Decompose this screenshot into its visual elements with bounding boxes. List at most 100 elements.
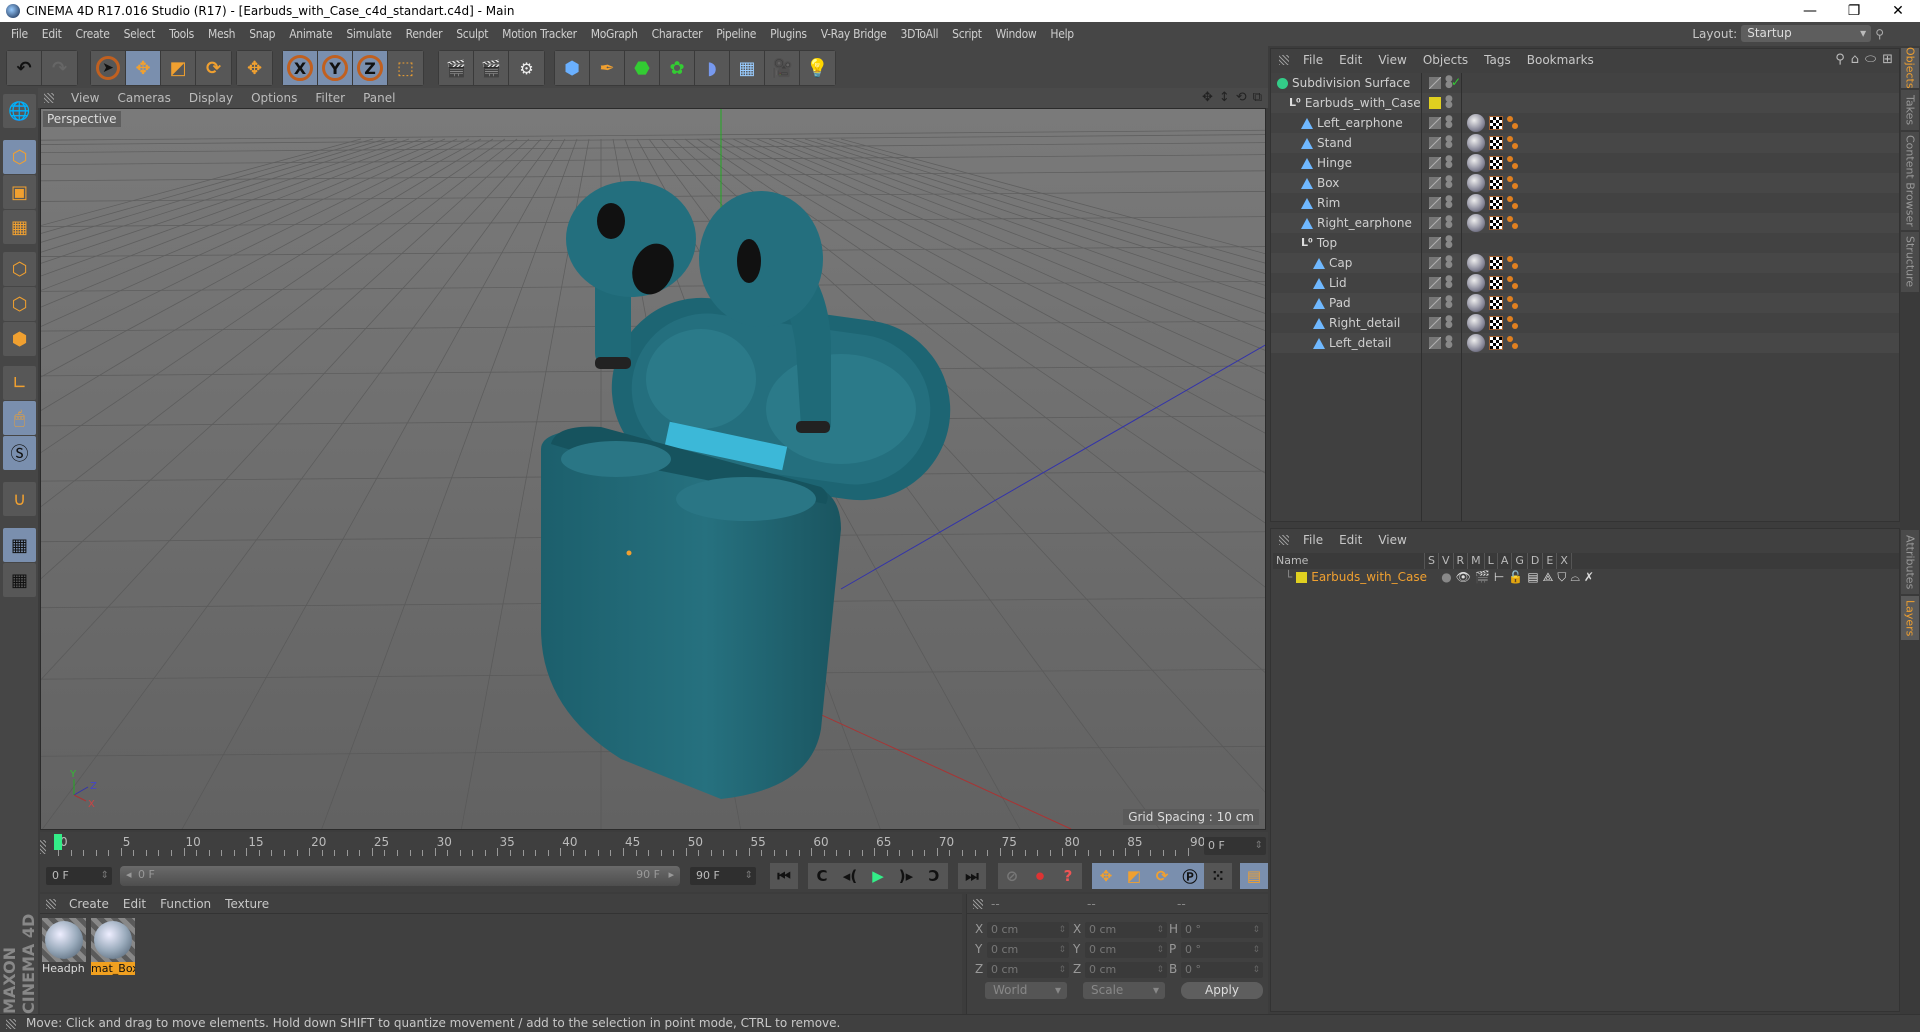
solo-icon[interactable]: Ⓢ bbox=[3, 436, 36, 470]
enabled-check-icon[interactable]: ✓ bbox=[1451, 75, 1461, 89]
pan-view-icon[interactable]: ✥ bbox=[1202, 90, 1213, 105]
col-xrefs[interactable]: X bbox=[1557, 553, 1572, 569]
layers-menu-file[interactable]: File bbox=[1295, 533, 1331, 547]
uvw-tag-icon[interactable] bbox=[1489, 256, 1503, 270]
select-live-icon[interactable]: ➤ bbox=[91, 51, 126, 85]
expressions-toggle-icon[interactable]: ⌓ bbox=[1570, 570, 1580, 585]
maximize-button[interactable]: ❐ bbox=[1832, 0, 1876, 22]
range-left-arrow-icon[interactable]: ◂ bbox=[126, 866, 132, 884]
scale-icon[interactable]: ◩ bbox=[161, 51, 196, 85]
light-icon[interactable]: 💡 bbox=[800, 51, 835, 85]
display-color-icon[interactable] bbox=[1429, 217, 1441, 229]
visibility-dots-icon[interactable]: ● ● bbox=[1445, 175, 1453, 190]
pos-y-field[interactable]: 0 cm bbox=[987, 942, 1069, 958]
deformer-icon[interactable]: ◗ bbox=[695, 51, 730, 85]
selection-tag-icon[interactable] bbox=[1507, 156, 1519, 170]
object-name[interactable]: Right_earphone bbox=[1317, 213, 1412, 233]
texture-mode-icon[interactable]: ▣ bbox=[3, 175, 36, 209]
visibility-dots-icon[interactable]: ● ● bbox=[1445, 95, 1453, 110]
position-key-icon[interactable]: ✥ bbox=[1092, 863, 1120, 889]
uvw-tag-icon[interactable] bbox=[1489, 276, 1503, 290]
coordinate-system-icon[interactable]: ⬚ bbox=[388, 51, 423, 85]
material-tag-icon[interactable] bbox=[1467, 134, 1485, 152]
play-icon[interactable]: ▶ bbox=[864, 863, 892, 889]
floor-icon[interactable]: ▦ bbox=[730, 51, 765, 85]
material-tag-icon[interactable] bbox=[1467, 114, 1485, 132]
uvw-tag-icon[interactable] bbox=[1489, 116, 1503, 130]
range-right-arrow-icon[interactable]: ▸ bbox=[668, 866, 674, 884]
col-expressions[interactable]: E bbox=[1543, 553, 1558, 569]
menu-script[interactable]: Script bbox=[945, 27, 989, 41]
polygons-mode-icon[interactable]: ⬢ bbox=[3, 322, 36, 356]
object-row[interactable]: Left_detail ● ● bbox=[1271, 333, 1899, 353]
menu-mesh[interactable]: Mesh bbox=[201, 27, 242, 41]
objects-menu-objects[interactable]: Objects bbox=[1415, 53, 1476, 67]
undo-icon[interactable]: ↶ bbox=[7, 51, 42, 85]
visibility-dots-icon[interactable]: ● ● bbox=[1445, 275, 1453, 290]
selection-tag-icon[interactable] bbox=[1507, 216, 1519, 230]
object-name[interactable]: Left_detail bbox=[1329, 333, 1391, 353]
display-color-icon[interactable] bbox=[1429, 177, 1441, 189]
col-solo[interactable]: S bbox=[1425, 553, 1439, 569]
motion-record-icon[interactable]: ⊘ bbox=[998, 863, 1026, 889]
layout-dropdown[interactable]: Startup bbox=[1741, 25, 1872, 42]
y-axis-icon[interactable]: Y bbox=[318, 51, 353, 85]
viewport-menu-panel[interactable]: Panel bbox=[354, 91, 404, 105]
menu-window[interactable]: Window bbox=[989, 27, 1044, 41]
size-y-field[interactable]: 0 cm bbox=[1085, 942, 1167, 958]
menu-sculpt[interactable]: Sculpt bbox=[449, 27, 495, 41]
manager-toggle-icon[interactable]: ⊢ bbox=[1494, 570, 1504, 584]
minimize-button[interactable]: — bbox=[1788, 0, 1832, 22]
model-mode-icon[interactable]: ⬡ bbox=[3, 140, 36, 174]
keyframe-selection-icon[interactable]: ? bbox=[1054, 863, 1082, 889]
playhead[interactable] bbox=[54, 834, 62, 850]
panel-grip[interactable] bbox=[44, 93, 54, 103]
objects-menu-edit[interactable]: Edit bbox=[1331, 53, 1370, 67]
layer-row[interactable]: └ Earbuds_with_Case ● 👁 🎬 ⊢ 🔓 ▤ ⟁ ⛉ ⌓ ✗ bbox=[1273, 569, 1899, 585]
size-x-field[interactable]: 0 cm bbox=[1085, 922, 1167, 938]
display-color-icon[interactable] bbox=[1429, 337, 1441, 349]
col-render[interactable]: R bbox=[1454, 553, 1469, 569]
display-color-icon[interactable] bbox=[1429, 237, 1441, 249]
solo-toggle-icon[interactable]: ● bbox=[1441, 570, 1451, 584]
object-row[interactable]: Rim ● ● bbox=[1271, 193, 1899, 213]
rot-p-field[interactable]: 0 ° bbox=[1181, 942, 1263, 958]
selection-tag-icon[interactable] bbox=[1507, 116, 1519, 130]
selection-tag-icon[interactable] bbox=[1507, 316, 1519, 330]
selection-tag-icon[interactable] bbox=[1507, 276, 1519, 290]
object-row[interactable]: Lid ● ● bbox=[1271, 273, 1899, 293]
next-frame-icon[interactable]: )▸ bbox=[892, 863, 920, 889]
3d-viewport[interactable]: Y Z X Perspective Grid Spacing : 10 cm bbox=[40, 108, 1266, 830]
prev-key-icon[interactable]: C bbox=[808, 863, 836, 889]
selection-tag-icon[interactable] bbox=[1507, 336, 1519, 350]
object-row[interactable]: Stand ● ● bbox=[1271, 133, 1899, 153]
visibility-dots-icon[interactable]: ● ● bbox=[1445, 235, 1453, 250]
start-frame-field[interactable]: 0 F bbox=[46, 867, 112, 885]
material-menu-texture[interactable]: Texture bbox=[218, 897, 276, 911]
animation-toggle-icon[interactable]: ▤ bbox=[1527, 570, 1538, 584]
coordinate-mode-dropdown[interactable]: World bbox=[985, 982, 1067, 999]
layer-color-icon[interactable] bbox=[1429, 97, 1441, 109]
selection-tag-icon[interactable] bbox=[1507, 196, 1519, 210]
material-menu-create[interactable]: Create bbox=[62, 897, 116, 911]
uvw-tag-icon[interactable] bbox=[1489, 136, 1503, 150]
menu-help[interactable]: Help bbox=[1043, 27, 1080, 41]
col-manager[interactable]: M bbox=[1468, 553, 1485, 569]
menu-create[interactable]: Create bbox=[69, 27, 117, 41]
point-level-icon[interactable]: ⁙ bbox=[1204, 863, 1232, 889]
material-tag-icon[interactable] bbox=[1467, 194, 1485, 212]
new-panel-icon[interactable]: ⊞ bbox=[1882, 52, 1893, 67]
menu-plugins[interactable]: Plugins bbox=[763, 27, 814, 41]
menu-character[interactable]: Character bbox=[645, 27, 710, 41]
col-generators[interactable]: G bbox=[1512, 553, 1528, 569]
object-row[interactable]: Right_earphone ● ● bbox=[1271, 213, 1899, 233]
selection-tag-icon[interactable] bbox=[1507, 296, 1519, 310]
frame-ruler[interactable]: 0 5 10 15 20 25 30 35 40 45 50 55 60 65 70 75 80 85 90 bbox=[50, 832, 1205, 860]
display-color-icon[interactable] bbox=[1429, 77, 1441, 89]
object-name[interactable]: Right_detail bbox=[1329, 313, 1400, 333]
display-color-icon[interactable] bbox=[1429, 317, 1441, 329]
layers-menu-edit[interactable]: Edit bbox=[1331, 533, 1370, 547]
rot-h-field[interactable]: 0 ° bbox=[1181, 922, 1263, 938]
rotation-key-icon[interactable]: ⟳ bbox=[1148, 863, 1176, 889]
viewport-menu-filter[interactable]: Filter bbox=[306, 91, 354, 105]
